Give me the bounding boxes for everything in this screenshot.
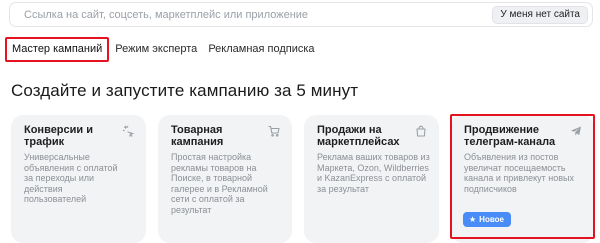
card-description: Реклама ваших товаров из Маркета, Ozon, …: [317, 152, 430, 194]
new-badge: ★ Новое: [463, 212, 511, 227]
tab-ad-subscription[interactable]: Рекламная подписка: [208, 43, 314, 55]
site-url-placeholder: Ссылка на сайт, соцсеть, маркетплейс или…: [24, 8, 309, 21]
card-title: Продажи на маркетплейсах: [317, 124, 400, 148]
site-url-input[interactable]: Ссылка на сайт, соцсеть, маркетплейс или…: [9, 2, 593, 27]
card-conversions-traffic[interactable]: Конверсии и трафик Универсальные объявле…: [11, 115, 146, 243]
page-heading: Создайте и запустите кампанию за 5 минут: [11, 81, 359, 100]
card-description: Объявления из постов увеличат посещаемос…: [464, 152, 575, 194]
sparkle-cursor-icon: [122, 125, 134, 137]
card-product-campaign[interactable]: Товарная кампания Простая настройка рекл…: [158, 115, 292, 243]
card-description: Простая настройка рекламы товаров на Пои…: [171, 152, 268, 215]
card-marketplace-sales[interactable]: Продажи на маркетплейсах Реклама ваших т…: [304, 115, 439, 243]
badge-label: Новое: [479, 215, 504, 224]
card-description: Универсальные объявления с оплатой за пе…: [24, 152, 118, 204]
card-title: Товарная кампания: [171, 124, 224, 148]
tab-campaign-wizard[interactable]: Мастер кампаний: [5, 36, 110, 62]
shopping-cart-icon: [268, 125, 280, 137]
card-title: Продвижение телеграм-канала: [464, 124, 556, 148]
card-title: Конверсии и трафик: [24, 124, 93, 148]
card-telegram-promotion[interactable]: Продвижение телеграм-канала Объявления и…: [451, 115, 594, 243]
shopping-bag-icon: [415, 125, 427, 137]
campaign-mode-tabs: Мастер кампаний Режим эксперта Рекламная…: [5, 36, 326, 62]
star-icon: ★: [469, 214, 477, 224]
tab-expert-mode[interactable]: Режим эксперта: [115, 43, 197, 55]
no-site-button[interactable]: У меня нет сайта: [492, 5, 588, 24]
telegram-plane-icon: [570, 125, 582, 137]
